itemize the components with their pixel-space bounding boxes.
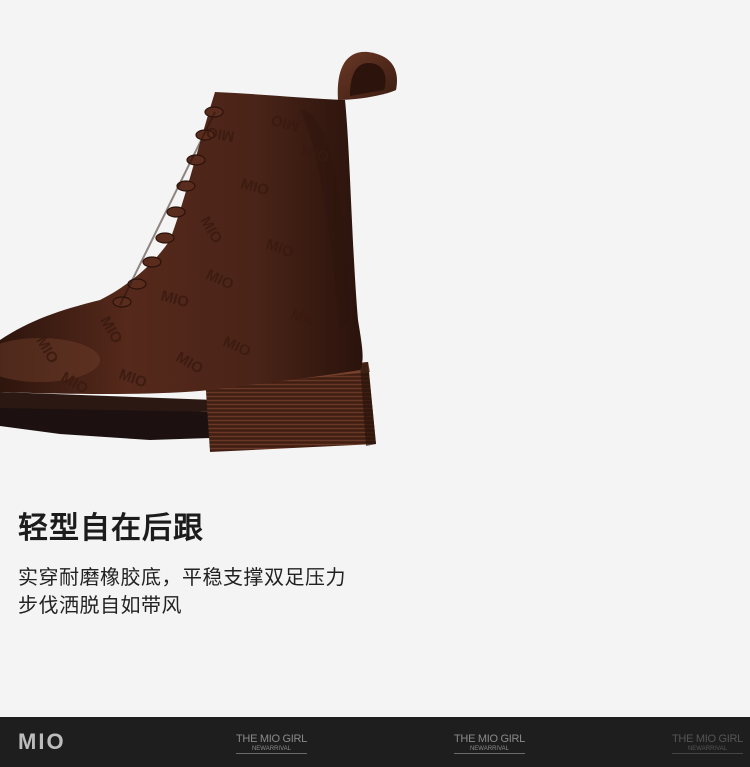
footer-tag-title: THE MIO GIRL [236,733,307,745]
footer-tag-sub: NEWARRIVAL [454,745,525,754]
footer-tag-title: THE MIO GIRL [454,733,525,745]
footer-tag-title: THE MIO GIRL [672,733,743,745]
footer-tag: THE MIO GIRL NEWARRIVAL [236,734,307,754]
description-line: 实穿耐磨橡胶底，平稳支撑双足压力 [18,565,346,589]
footer-tag: THE MIO GIRL NEWARRIVAL [454,734,525,754]
footer-tag-sub: NEWARRIVAL [672,745,743,754]
footer-tag: THE MIO GIRL NEWARRIVAL [672,734,743,754]
feature-description: 实穿耐磨橡胶底，平稳支撑双足压力 步伐洒脱自如带风 [18,563,346,619]
brand-logo: MIO [18,729,66,754]
footer-bar: MIO THE MIO GIRL NEWARRIVAL THE MIO GIRL… [0,717,750,767]
footer-tag-sub: NEWARRIVAL [236,745,307,754]
boot-image: MIO MIO MIO MIO MIO MIO MIO MIO MIO MIO … [0,51,397,452]
description-line: 步伐洒脱自如带风 [18,593,182,617]
feature-headline: 轻型自在后跟 [18,511,204,546]
